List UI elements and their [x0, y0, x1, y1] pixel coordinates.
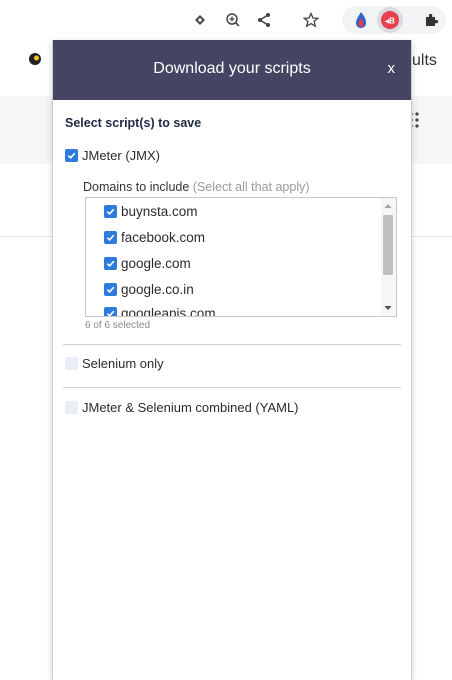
scroll-down-arrow-icon[interactable]: [383, 303, 393, 313]
selenium-label: Selenium only: [82, 356, 164, 371]
scroll-up-arrow-icon[interactable]: [383, 201, 393, 211]
svg-text:◂B: ◂B: [384, 17, 395, 26]
option-combined[interactable]: JMeter & Selenium combined (YAML): [65, 400, 299, 415]
section-title: Select script(s) to save: [65, 116, 202, 130]
option-selenium[interactable]: Selenium only: [65, 356, 164, 371]
scrollbar-thumb[interactable]: [383, 215, 393, 275]
download-scripts-popup: Download your scripts x Select script(s)…: [52, 40, 412, 680]
close-button[interactable]: x: [388, 60, 396, 77]
domain-label: googleapis.com: [121, 306, 216, 317]
site-logo-icon: [28, 52, 42, 71]
selected-count: 6 of 6 selected: [85, 320, 151, 331]
option-jmeter[interactable]: JMeter (JMX): [65, 148, 160, 163]
domain-checkbox[interactable]: [104, 283, 117, 296]
domain-item[interactable]: facebook.com: [104, 230, 205, 245]
zoom-in-icon[interactable]: [221, 8, 245, 32]
bookmark-star-icon[interactable]: [299, 8, 323, 32]
domain-checkbox[interactable]: [104, 231, 117, 244]
domain-item[interactable]: google.co.in: [104, 282, 194, 297]
divider: [63, 387, 401, 388]
domain-item[interactable]: google.com: [104, 256, 191, 271]
combined-label: JMeter & Selenium combined (YAML): [82, 400, 299, 415]
domain-label: facebook.com: [121, 230, 206, 245]
domain-checkbox[interactable]: [104, 205, 117, 218]
domains-label-text: Domains to include: [83, 180, 190, 194]
selenium-checkbox[interactable]: [65, 357, 78, 370]
check-icon: [106, 286, 115, 294]
extension-blazemeter-icon[interactable]: ◂B: [378, 8, 402, 32]
domain-label: google.com: [121, 256, 191, 271]
domain-item[interactable]: buynsta.com: [104, 204, 198, 219]
jmeter-checkbox[interactable]: [65, 149, 78, 162]
domain-checkbox[interactable]: [104, 307, 117, 316]
domains-hint: (Select all that apply): [192, 180, 310, 194]
check-icon: [67, 152, 76, 160]
check-icon: [106, 208, 115, 216]
domains-list[interactable]: buynsta.com facebook.com google.com goog…: [85, 197, 397, 317]
domains-label: Domains to include (Select all that appl…: [83, 180, 310, 194]
domains-scrollbar[interactable]: [381, 198, 396, 316]
extensions-puzzle-icon[interactable]: [419, 8, 443, 32]
install-app-icon[interactable]: [188, 8, 212, 32]
domain-label: buynsta.com: [121, 204, 198, 219]
popup-header: Download your scripts x: [53, 40, 411, 100]
check-icon: [106, 310, 115, 316]
extension-flame-icon[interactable]: [349, 8, 373, 32]
check-icon: [106, 234, 115, 242]
domain-checkbox[interactable]: [104, 257, 117, 270]
domain-label: google.co.in: [121, 282, 194, 297]
jmeter-label: JMeter (JMX): [82, 148, 160, 163]
popup-title: Download your scripts: [153, 60, 311, 77]
share-icon[interactable]: [252, 8, 276, 32]
browser-toolbar: ◂B: [0, 0, 452, 40]
combined-checkbox[interactable]: [65, 401, 78, 414]
domain-item[interactable]: googleapis.com: [104, 306, 216, 317]
check-icon: [106, 260, 115, 268]
divider: [63, 344, 401, 345]
